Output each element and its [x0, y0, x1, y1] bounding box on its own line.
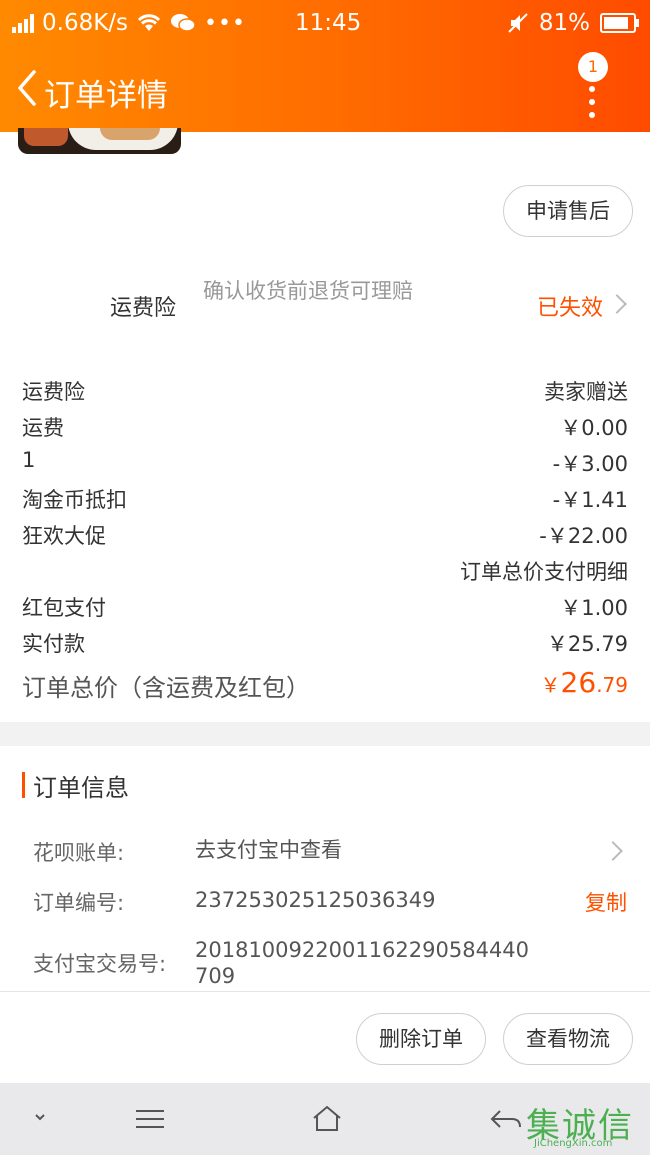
- copy-button[interactable]: 复制: [585, 887, 627, 917]
- after-sale-button[interactable]: 申请售后: [503, 185, 633, 237]
- navbar: 订单详情 1: [0, 48, 650, 132]
- price-row: 红包支付 ￥1.00: [22, 596, 628, 620]
- insurance-label: 运费险: [110, 296, 177, 321]
- divider: [0, 991, 650, 992]
- page-title: 订单详情: [44, 78, 168, 114]
- price-row: 1 -￥3.00: [22, 448, 628, 476]
- payment-detail-link[interactable]: 订单总价支付明细: [22, 556, 628, 586]
- wifi-icon: [137, 14, 161, 31]
- chevron-right-icon: [607, 294, 627, 314]
- status-bar: 0.68K/s ••• 11:45 81%: [0, 0, 650, 48]
- chevron-right-icon: [603, 841, 623, 861]
- price-row: 狂欢大促 -￥22.00: [22, 524, 628, 548]
- order-total: 订单总价（含运费及红包） ￥26.79: [22, 666, 628, 706]
- header: 0.68K/s ••• 11:45 81% 订单详情 1: [0, 0, 650, 132]
- section-divider: [0, 722, 650, 746]
- order-total-amount: ￥26.79: [540, 666, 628, 699]
- battery-icon: [600, 13, 639, 33]
- signal-icon: [12, 13, 34, 33]
- watermark-logo: 集诚信 JiChengXin.com: [526, 1106, 634, 1149]
- more-button[interactable]: 1: [576, 52, 632, 122]
- more-icon: [589, 86, 595, 125]
- menu-icon[interactable]: [120, 1083, 180, 1155]
- price-row: 实付款 ￥25.79: [22, 632, 628, 656]
- message-badge: 1: [578, 52, 608, 82]
- price-row: 淘金币抵扣 -￥1.41: [22, 488, 628, 512]
- price-row: 运费险 卖家赠送: [22, 380, 628, 404]
- home-icon[interactable]: [297, 1083, 357, 1155]
- view-logistics-button[interactable]: 查看物流: [503, 1013, 633, 1065]
- price-row: 运费 ￥0.00: [22, 416, 628, 440]
- collapse-icon[interactable]: [10, 1083, 70, 1155]
- delete-order-button[interactable]: 删除订单: [356, 1013, 486, 1065]
- order-total-label: 订单总价（含运费及红包）: [22, 674, 310, 702]
- insurance-status: 已失效: [537, 296, 604, 321]
- wechat-icon: [171, 14, 196, 32]
- product-image[interactable]: [18, 128, 181, 154]
- network-speed: 0.68K/s: [42, 10, 129, 36]
- insurance-description: 确认收货前退货可理赔: [203, 279, 413, 303]
- clock: 11:45: [295, 10, 362, 36]
- more-dots-icon: •••: [204, 10, 246, 36]
- battery-percent: 81%: [538, 10, 590, 36]
- mute-icon: [508, 13, 528, 33]
